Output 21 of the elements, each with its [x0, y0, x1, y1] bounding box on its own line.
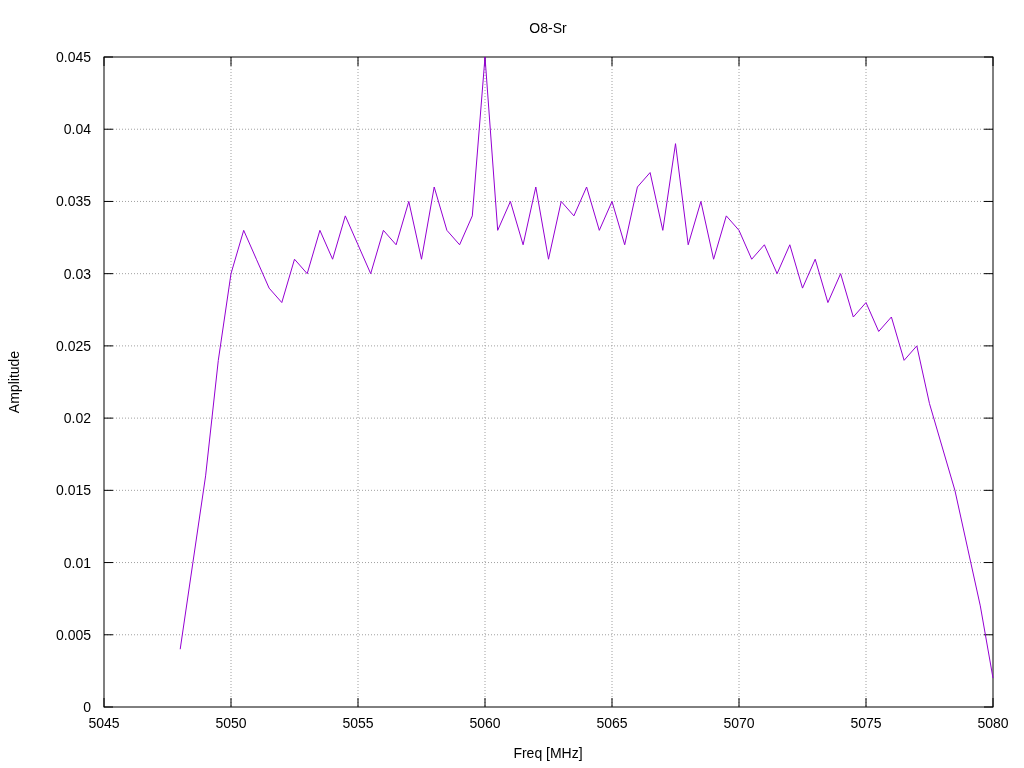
- tick-label: 5045: [88, 715, 120, 731]
- tick-label: 0.005: [55, 626, 91, 643]
- tick-label: 5055: [342, 715, 374, 731]
- tick-label: 5065: [596, 715, 628, 731]
- tick-label: 0.025: [55, 337, 91, 354]
- tick-label: 0.015: [55, 482, 91, 499]
- tick-label: 5070: [723, 715, 755, 731]
- tick-label: 0.02: [63, 410, 91, 427]
- tick-label: 0.045: [55, 49, 91, 65]
- tick-label: 5050: [215, 715, 247, 731]
- tick-label: 5075: [850, 715, 882, 731]
- tick-label: 5080: [977, 715, 1009, 731]
- tick-label: 0.01: [63, 554, 91, 571]
- axis-label: Amplitude: [6, 350, 22, 414]
- tick-label: 0.04: [63, 121, 91, 138]
- tick-label: 0: [83, 699, 91, 715]
- tick-label: 0.035: [55, 193, 91, 210]
- tick-label: 0.03: [63, 265, 91, 282]
- chart-title: O8-Sr: [529, 20, 567, 36]
- tick-label: 5060: [469, 715, 501, 731]
- axis-label: Freq [MHz]: [513, 745, 583, 761]
